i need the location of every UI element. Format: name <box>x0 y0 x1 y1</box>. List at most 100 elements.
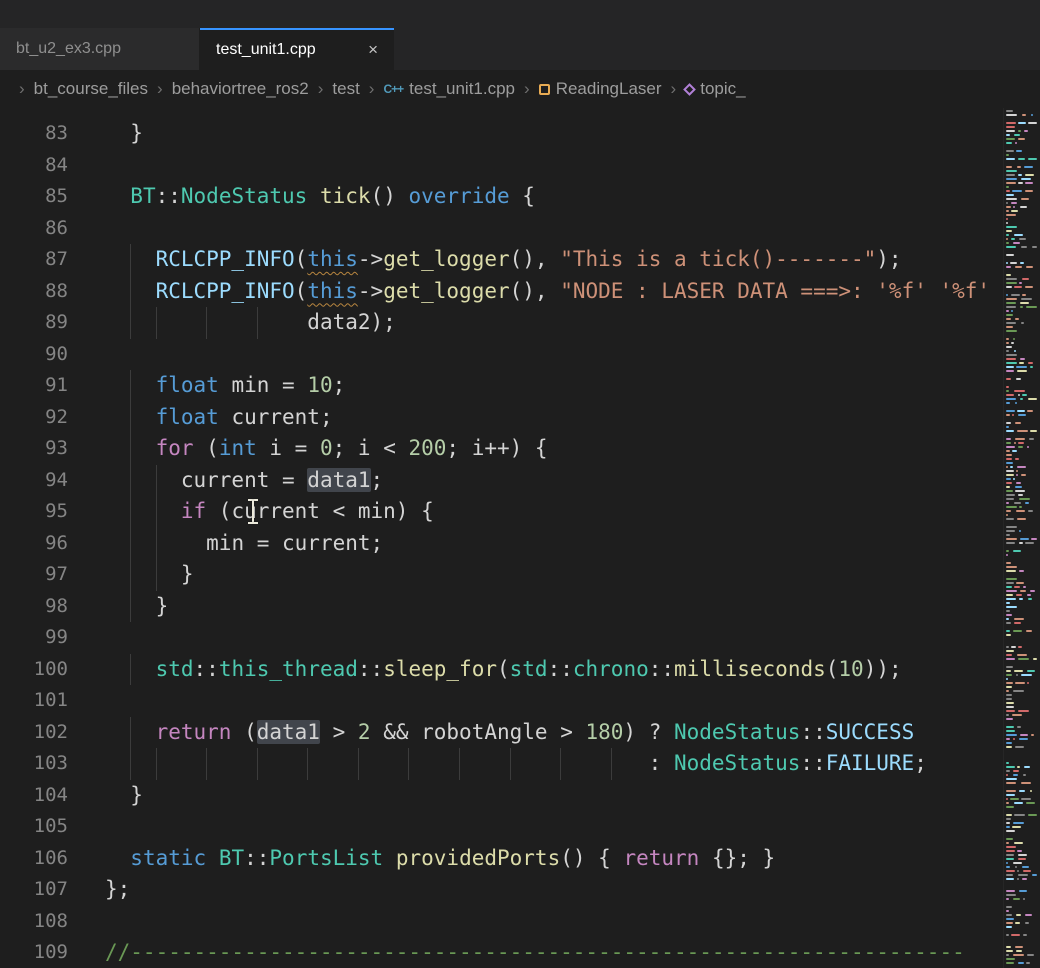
code-line[interactable]: 103 : NodeStatus::FAILURE; <box>0 748 1040 780</box>
minimap-line <box>1021 782 1031 784</box>
code-line[interactable]: 107}; <box>0 874 1040 906</box>
code-token: this_thread <box>219 657 358 681</box>
code-token: }; <box>105 877 130 901</box>
code-line[interactable]: 92 float current; <box>0 402 1040 434</box>
code-line[interactable]: 90 <box>0 339 1040 371</box>
code-token: ; <box>914 751 927 775</box>
code-line[interactable]: 102 return (data1 > 2 && robotAngle > 18… <box>0 717 1040 749</box>
minimap[interactable] <box>1003 108 1040 968</box>
minimap-line <box>1006 470 1014 472</box>
minimap-line <box>1006 774 1008 776</box>
code-line[interactable]: 85 BT::NodeStatus tick() override { <box>0 181 1040 213</box>
code-editor[interactable]: 83 }8485 BT::NodeStatus tick() override … <box>0 108 1040 968</box>
line-number: 100 <box>0 654 68 686</box>
minimap-line <box>1011 202 1017 204</box>
minimap-line <box>1012 450 1017 452</box>
code-line[interactable]: 99 <box>0 622 1040 654</box>
code-line[interactable]: 101 <box>0 685 1040 717</box>
code-token: current; <box>219 405 333 429</box>
minimap-line <box>1006 726 1014 728</box>
code-line[interactable]: 83 } <box>0 118 1040 150</box>
minimap-line <box>1030 430 1037 432</box>
minimap-line <box>1006 762 1009 764</box>
minimap-line <box>1014 234 1023 236</box>
minimap-line <box>1006 322 1016 324</box>
minimap-line <box>1006 514 1008 516</box>
tab-test-unit1[interactable]: test_unit1.cpp × <box>200 28 394 70</box>
code-line[interactable]: 95 if (current < min) { <box>0 496 1040 528</box>
code-token: //--------------------------------------… <box>105 940 965 964</box>
minimap-line <box>1012 714 1022 716</box>
minimap-line <box>1021 178 1031 180</box>
code-line[interactable]: 106 static BT::PortsList providedPorts()… <box>0 843 1040 875</box>
code-line[interactable]: 97 } <box>0 559 1040 591</box>
code-line[interactable]: 98 } <box>0 591 1040 623</box>
code-line[interactable]: 94 current = data1; <box>0 465 1040 497</box>
code-line[interactable]: 104 } <box>0 780 1040 812</box>
breadcrumb-item-topic[interactable]: topic_ <box>685 79 745 99</box>
code-line[interactable]: 84 <box>0 150 1040 182</box>
minimap-line <box>1006 654 1012 656</box>
minimap-line <box>1016 482 1021 484</box>
minimap-line <box>1018 874 1028 876</box>
code-token: ( <box>497 657 510 681</box>
minimap-line <box>1023 774 1026 776</box>
minimap-line <box>1013 770 1019 772</box>
tab-close-icon[interactable]: × <box>356 40 378 60</box>
code-line[interactable]: 89 data2); <box>0 307 1040 339</box>
code-token: float <box>156 373 219 397</box>
minimap-line <box>1015 266 1022 268</box>
breadcrumb-item-test[interactable]: test <box>332 79 359 99</box>
code-line[interactable]: 100 std::this_thread::sleep_for(std::chr… <box>0 654 1040 686</box>
code-line[interactable]: 91 float min = 10; <box>0 370 1040 402</box>
breadcrumb-label: test_unit1.cpp <box>409 79 515 99</box>
minimap-line <box>1011 294 1020 296</box>
code-token <box>105 373 156 397</box>
minimap-line <box>1006 906 1012 908</box>
code-line[interactable]: 88 RCLCPP_INFO(this->get_logger(), "NODE… <box>0 276 1040 308</box>
code-token <box>105 279 156 303</box>
code-line[interactable]: 109//-----------------------------------… <box>0 937 1040 968</box>
code-token: RCLCPP_INFO <box>156 247 295 271</box>
line-number: 87 <box>0 244 68 276</box>
code-token: :: <box>244 846 269 870</box>
code-line[interactable]: 96 min = current; <box>0 528 1040 560</box>
line-number: 103 <box>0 748 68 780</box>
minimap-line <box>1031 734 1034 736</box>
minimap-line <box>1006 222 1008 224</box>
breadcrumb-item-readinglaser[interactable]: ReadingLaser <box>539 79 662 99</box>
minimap-line <box>1006 402 1010 404</box>
minimap-line <box>1006 790 1016 792</box>
minimap-line <box>1006 122 1016 124</box>
minimap-line <box>1006 278 1017 280</box>
breadcrumb-item-test-unit1-cpp[interactable]: C++ test_unit1.cpp <box>383 79 515 99</box>
minimap-line <box>1019 282 1022 284</box>
minimap-line <box>1006 782 1016 784</box>
minimap-line <box>1022 394 1027 396</box>
code-line[interactable]: 87 RCLCPP_INFO(this->get_logger(), "This… <box>0 244 1040 276</box>
code-token: override <box>409 184 510 208</box>
editor-code[interactable]: 83 }8485 BT::NodeStatus tick() override … <box>0 108 1040 968</box>
code-line[interactable]: 86 <box>0 213 1040 245</box>
minimap-line <box>1016 378 1021 380</box>
code-line[interactable]: 105 <box>0 811 1040 843</box>
minimap-line <box>1018 138 1025 140</box>
tab-bt-u2-ex3[interactable]: bt_u2_ex3.cpp <box>0 28 200 70</box>
code-line[interactable]: 93 for (int i = 0; i < 200; i++) { <box>0 433 1040 465</box>
minimap-line <box>1006 458 1012 460</box>
code-token: return <box>623 846 699 870</box>
code-token: :: <box>649 657 674 681</box>
minimap-line <box>1006 238 1008 240</box>
code-token <box>206 846 219 870</box>
code-token: () <box>371 184 409 208</box>
minimap-line <box>1006 442 1011 444</box>
minimap-line <box>1006 466 1008 468</box>
minimap-line <box>1014 442 1016 444</box>
breadcrumb-item-behaviortree-ros2[interactable]: behaviortree_ros2 <box>172 79 309 99</box>
chevron-right-icon: › <box>671 79 677 99</box>
minimap-line <box>1020 262 1024 264</box>
breadcrumb-item-bt-course-files[interactable]: bt_course_files <box>34 79 148 99</box>
minimap-line <box>1006 598 1016 600</box>
code-line[interactable]: 108 <box>0 906 1040 938</box>
minimap-line <box>1019 570 1024 572</box>
